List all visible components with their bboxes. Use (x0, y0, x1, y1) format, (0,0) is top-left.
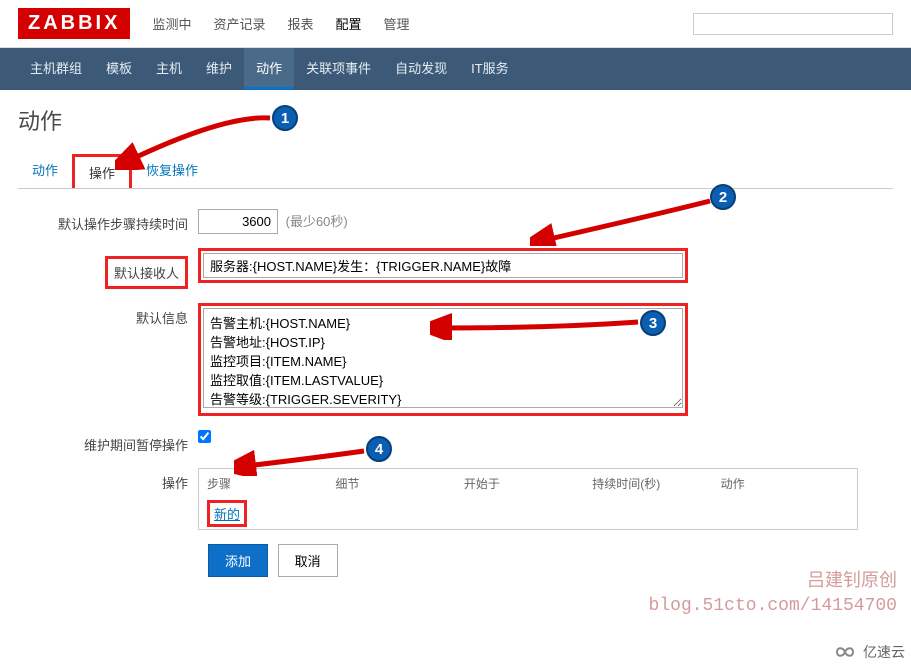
duration-hint: (最少60秒) (286, 214, 348, 229)
subnav-hosts[interactable]: 主机 (144, 48, 194, 90)
cancel-button[interactable]: 取消 (278, 544, 338, 577)
subnav-actions[interactable]: 动作 (244, 48, 294, 90)
topnav-inventory[interactable]: 资产记录 (211, 10, 267, 37)
subnav-maintenance[interactable]: 维护 (194, 48, 244, 90)
form-tabs: 动作 操作 恢复操作 (18, 154, 893, 189)
message-textarea[interactable] (203, 308, 683, 408)
annotation-badge-3: 3 (640, 310, 666, 336)
topnav-administration[interactable]: 管理 (382, 10, 412, 37)
subnav-itservices[interactable]: IT服务 (459, 48, 521, 90)
page-title: 动作 (18, 104, 893, 136)
tab-operations[interactable]: 操作 (72, 154, 132, 188)
annotation-badge-1: 1 (272, 105, 298, 131)
tab-recovery[interactable]: 恢复操作 (132, 154, 212, 188)
pause-label: 维护期间暂停操作 (18, 430, 198, 454)
subnav-templates[interactable]: 模板 (94, 48, 144, 90)
topnav-reports[interactable]: 报表 (285, 10, 315, 37)
ops-col-step: 步骤 (207, 475, 335, 492)
operations-form: 默认操作步骤持续时间 (最少60秒) 默认接收人 默认信息 维护期间暂停 (18, 209, 893, 577)
watermark: 吕建钊原创 blog.51cto.com/14154700 (649, 570, 897, 618)
recipient-label: 默认接收人 (105, 256, 188, 289)
topnav-monitoring[interactable]: 监测中 (150, 10, 193, 37)
recipient-input[interactable] (203, 253, 683, 278)
operations-label: 操作 (18, 468, 198, 492)
operations-table: 步骤 细节 开始于 持续时间(秒) 动作 新的 (198, 468, 858, 530)
topnav-configuration[interactable]: 配置 (334, 10, 364, 37)
message-label: 默认信息 (18, 303, 198, 327)
annotation-badge-2: 2 (710, 184, 736, 210)
add-button[interactable]: 添加 (208, 544, 268, 577)
ops-col-detail: 细节 (335, 475, 463, 492)
ops-col-action: 动作 (721, 475, 849, 492)
subnav-discovery[interactable]: 自动发现 (383, 48, 459, 90)
search-input[interactable] (693, 13, 893, 35)
infinity-icon (831, 643, 859, 661)
duration-input[interactable] (198, 209, 278, 234)
new-operation-link[interactable]: 新的 (207, 500, 247, 527)
top-header: ZABBIX 监测中 资产记录 报表 配置 管理 (0, 0, 911, 48)
corner-brand-text: 亿速云 (863, 642, 905, 662)
watermark-url: blog.51cto.com/14154700 (649, 594, 897, 618)
subnav-hostgroups[interactable]: 主机群组 (18, 48, 94, 90)
tab-action[interactable]: 动作 (18, 154, 72, 188)
sub-navigation: 主机群组 模板 主机 维护 动作 关联项事件 自动发现 IT服务 (0, 48, 911, 90)
pause-checkbox[interactable] (198, 430, 211, 443)
top-navigation: 监测中 资产记录 报表 配置 管理 (150, 10, 411, 37)
watermark-author: 吕建钊原创 (649, 570, 897, 594)
ops-col-start: 开始于 (464, 475, 592, 492)
duration-label: 默认操作步骤持续时间 (18, 209, 198, 233)
subnav-correlation[interactable]: 关联项事件 (294, 48, 383, 90)
ops-col-duration: 持续时间(秒) (592, 475, 720, 492)
annotation-badge-4: 4 (366, 436, 392, 462)
corner-brand: 亿速云 (831, 642, 905, 662)
zabbix-logo: ZABBIX (18, 8, 130, 39)
